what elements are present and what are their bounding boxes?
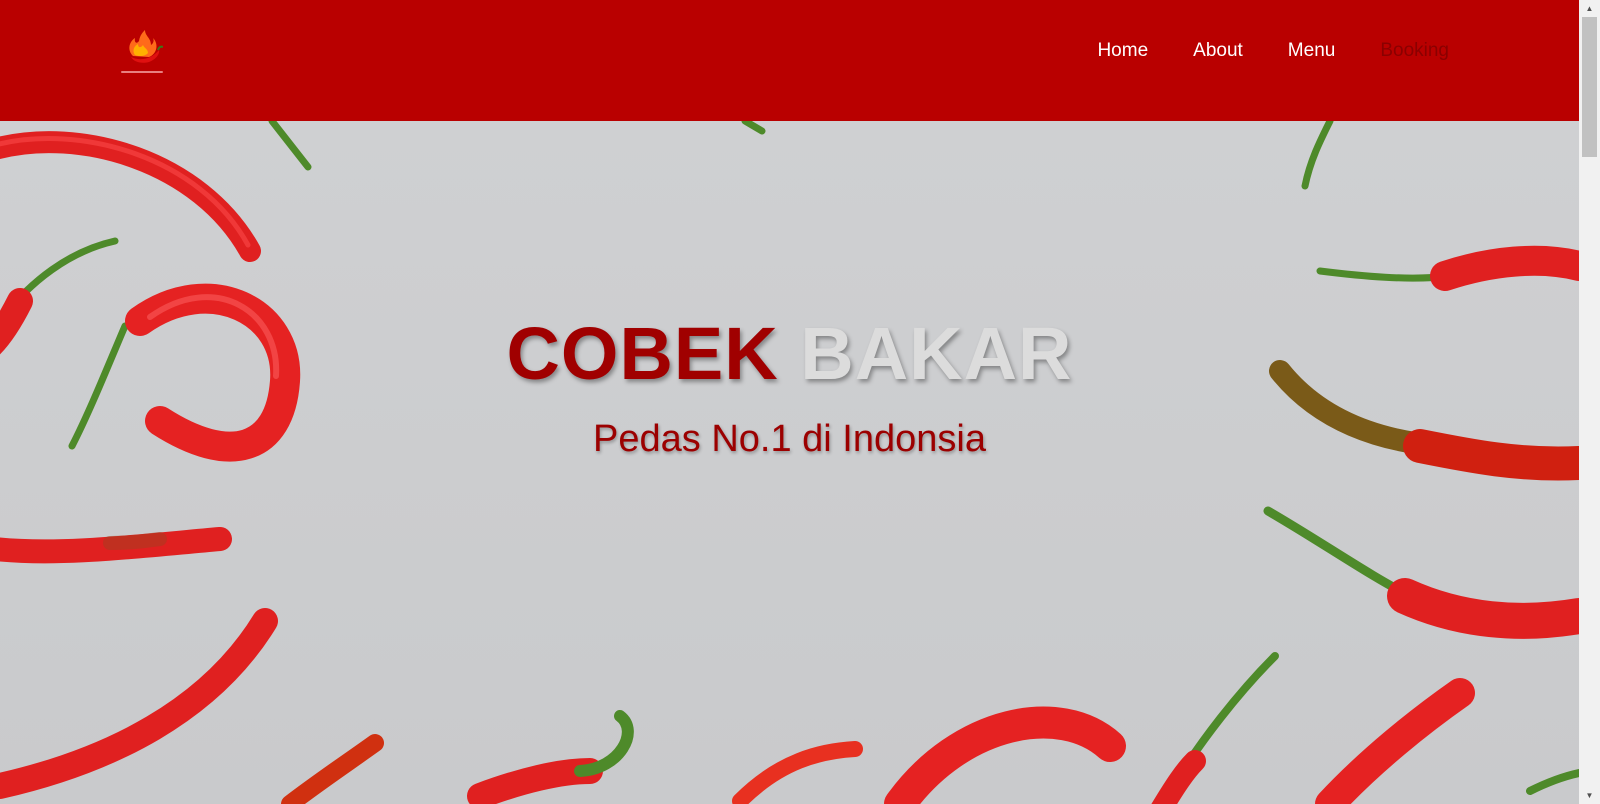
nav-item-home: Home <box>1097 38 1148 64</box>
nav-item-about: About <box>1193 38 1243 64</box>
logo-underline <box>121 71 163 73</box>
hero-subtitle: Pedas No.1 di Indonsia <box>593 418 986 460</box>
scrollbar-thumb[interactable] <box>1582 17 1597 157</box>
nav-menu: Home About Menu Booking <box>1097 38 1449 64</box>
nav-link-about[interactable]: About <box>1193 40 1243 61</box>
vertical-scrollbar[interactable]: ▲ ▼ <box>1579 0 1600 804</box>
scroll-up-arrow-icon[interactable]: ▲ <box>1579 0 1600 17</box>
nav-link-menu[interactable]: Menu <box>1288 40 1336 61</box>
nav-item-booking: Booking <box>1380 38 1449 64</box>
hero-title: COBEK BAKAR <box>0 311 1579 396</box>
scroll-down-arrow-icon[interactable]: ▼ <box>1579 787 1600 804</box>
hero-title-bakar: BAKAR <box>800 312 1073 395</box>
nav-link-home[interactable]: Home <box>1097 40 1148 61</box>
chili-background-image <box>0 121 1579 804</box>
hero-section: COBEK BAKAR Pedas No.1 di Indonsia <box>0 121 1579 804</box>
nav-link-booking[interactable]: Booking <box>1380 40 1449 61</box>
navbar: Home About Menu Booking <box>0 0 1579 121</box>
hero-title-cobek: COBEK <box>506 312 779 395</box>
flame-chili-icon <box>129 30 163 63</box>
hero-text: COBEK BAKAR Pedas No.1 di Indonsia <box>0 311 1579 461</box>
nav-item-menu: Menu <box>1288 38 1336 64</box>
logo-link[interactable] <box>121 26 163 76</box>
